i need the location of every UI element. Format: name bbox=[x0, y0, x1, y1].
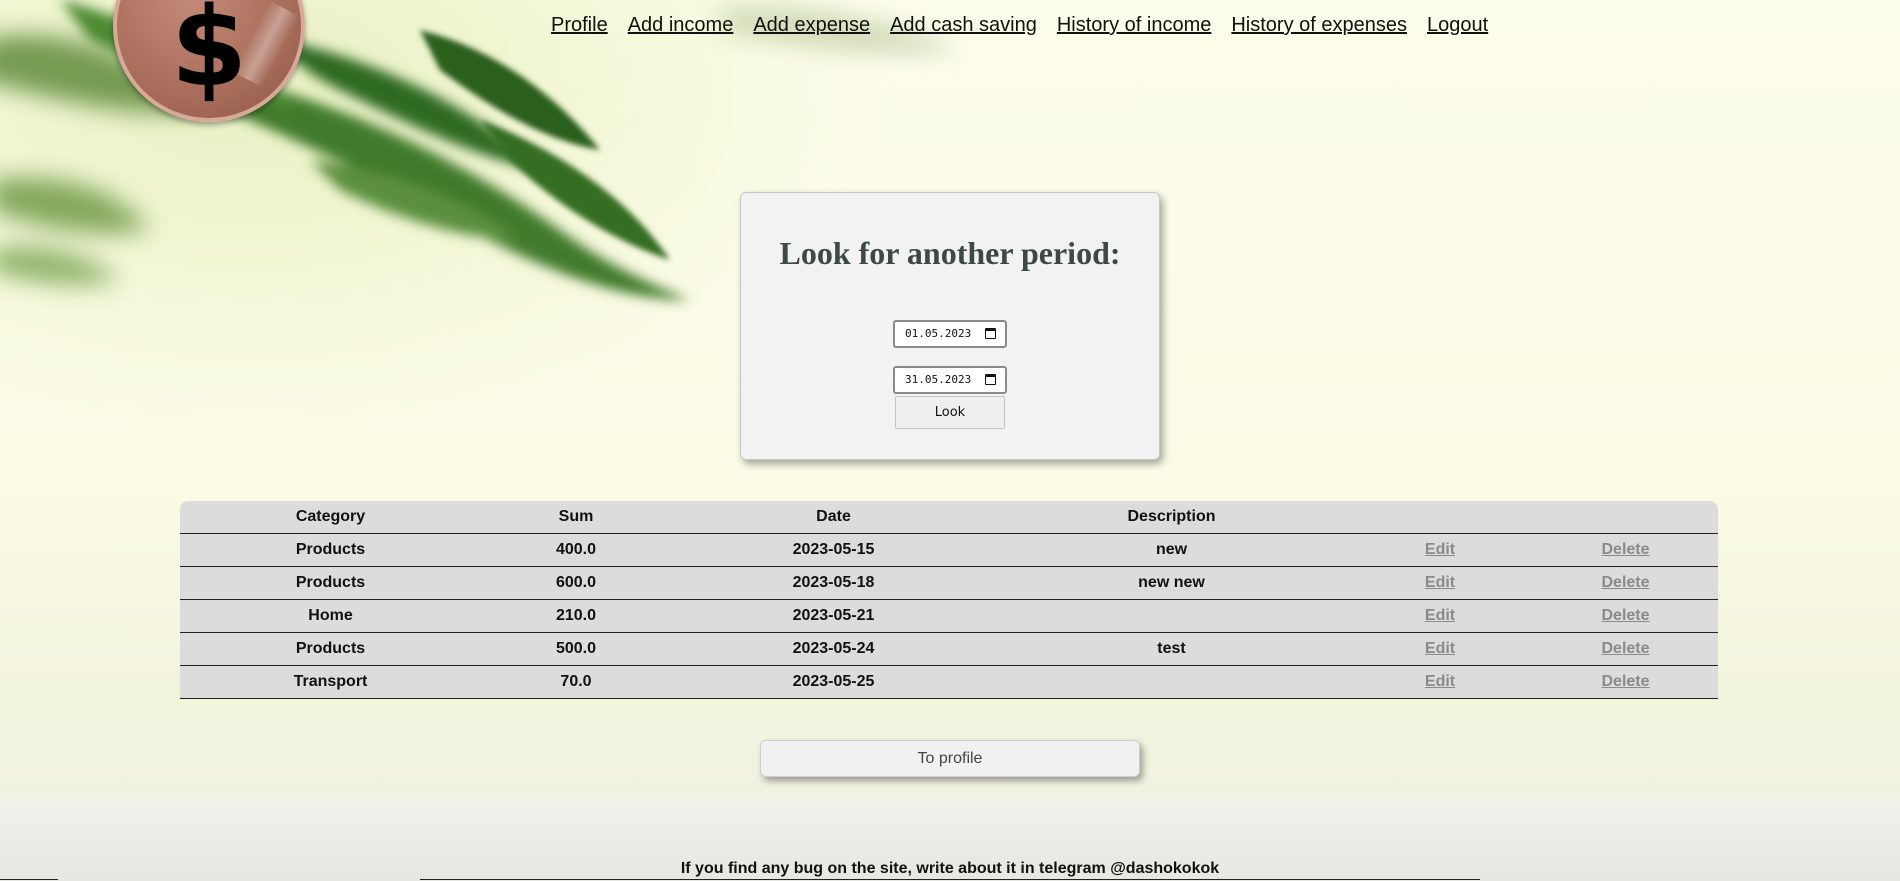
expenses-table-container: Category Sum Date Description Products 4… bbox=[180, 501, 1718, 699]
period-search-card: Look for another period: 01.05.2023 31.0… bbox=[740, 192, 1160, 460]
table-row: Products 400.0 2023-05-15 new Edit Delet… bbox=[180, 533, 1718, 567]
edit-link[interactable]: Edit bbox=[1347, 533, 1533, 567]
cell-description: new bbox=[996, 533, 1347, 567]
cell-description bbox=[996, 665, 1347, 699]
nav-add-cash-saving-link[interactable]: Add cash saving bbox=[890, 14, 1037, 37]
cell-category: Transport bbox=[180, 665, 481, 699]
cell-sum: 400.0 bbox=[481, 533, 671, 567]
top-navigation: Profile Add income Add expense Add cash … bbox=[551, 14, 1488, 37]
nav-history-of-income-link[interactable]: History of income bbox=[1057, 14, 1212, 37]
delete-link[interactable]: Delete bbox=[1533, 566, 1718, 600]
column-header-edit bbox=[1347, 501, 1533, 534]
cell-date: 2023-05-21 bbox=[671, 599, 996, 633]
logo-coin: $ bbox=[113, 0, 305, 122]
table-row: Products 500.0 2023-05-24 test Edit Dele… bbox=[180, 632, 1718, 666]
footer-divider-center bbox=[420, 879, 1480, 880]
cell-sum: 70.0 bbox=[481, 665, 671, 699]
cell-description bbox=[996, 599, 1347, 633]
cell-description: new new bbox=[996, 566, 1347, 600]
cell-category: Products bbox=[180, 632, 481, 666]
nav-logout-link[interactable]: Logout bbox=[1427, 14, 1488, 37]
table-header-row: Category Sum Date Description bbox=[180, 501, 1718, 534]
calendar-icon[interactable] bbox=[985, 328, 996, 339]
delete-link[interactable]: Delete bbox=[1533, 599, 1718, 633]
column-header-sum: Sum bbox=[481, 501, 671, 534]
cell-date: 2023-05-25 bbox=[671, 665, 996, 699]
column-header-description: Description bbox=[996, 501, 1347, 534]
end-date-input[interactable]: 31.05.2023 bbox=[893, 366, 1007, 394]
to-profile-button[interactable]: To profile bbox=[760, 740, 1140, 777]
column-header-category: Category bbox=[180, 501, 481, 534]
expenses-table: Category Sum Date Description Products 4… bbox=[180, 501, 1718, 699]
table-row: Transport 70.0 2023-05-25 Edit Delete bbox=[180, 665, 1718, 699]
cell-date: 2023-05-18 bbox=[671, 566, 996, 600]
cell-category: Products bbox=[180, 566, 481, 600]
column-header-date: Date bbox=[671, 501, 996, 534]
end-date-value: 31.05.2023 bbox=[905, 373, 972, 386]
cell-sum: 210.0 bbox=[481, 599, 671, 633]
start-date-input[interactable]: 01.05.2023 bbox=[893, 320, 1007, 348]
look-button[interactable]: Look bbox=[895, 396, 1005, 429]
edit-link[interactable]: Edit bbox=[1347, 599, 1533, 633]
cell-description: test bbox=[996, 632, 1347, 666]
cell-sum: 600.0 bbox=[481, 566, 671, 600]
nav-profile-link[interactable]: Profile bbox=[551, 14, 608, 37]
start-date-value: 01.05.2023 bbox=[905, 327, 972, 340]
nav-add-expense-link[interactable]: Add expense bbox=[753, 14, 870, 37]
dollar-icon: $ bbox=[170, 0, 248, 111]
table-row: Home 210.0 2023-05-21 Edit Delete bbox=[180, 599, 1718, 633]
calendar-icon[interactable] bbox=[985, 374, 996, 385]
edit-link[interactable]: Edit bbox=[1347, 566, 1533, 600]
cell-category: Home bbox=[180, 599, 481, 633]
footer-bug-report-text: If you find any bug on the site, write a… bbox=[680, 860, 1220, 877]
table-row: Products 600.0 2023-05-18 new new Edit D… bbox=[180, 566, 1718, 600]
edit-link[interactable]: Edit bbox=[1347, 632, 1533, 666]
cell-category: Products bbox=[180, 533, 481, 567]
cell-date: 2023-05-15 bbox=[671, 533, 996, 567]
delete-link[interactable]: Delete bbox=[1533, 632, 1718, 666]
edit-link[interactable]: Edit bbox=[1347, 665, 1533, 699]
cell-date: 2023-05-24 bbox=[671, 632, 996, 666]
nav-history-of-expenses-link[interactable]: History of expenses bbox=[1231, 14, 1407, 37]
cell-sum: 500.0 bbox=[481, 632, 671, 666]
footer-divider-left bbox=[0, 879, 58, 880]
column-header-delete bbox=[1533, 501, 1718, 534]
period-search-title: Look for another period: bbox=[779, 235, 1121, 271]
delete-link[interactable]: Delete bbox=[1533, 665, 1718, 699]
nav-add-income-link[interactable]: Add income bbox=[628, 14, 734, 37]
delete-link[interactable]: Delete bbox=[1533, 533, 1718, 567]
